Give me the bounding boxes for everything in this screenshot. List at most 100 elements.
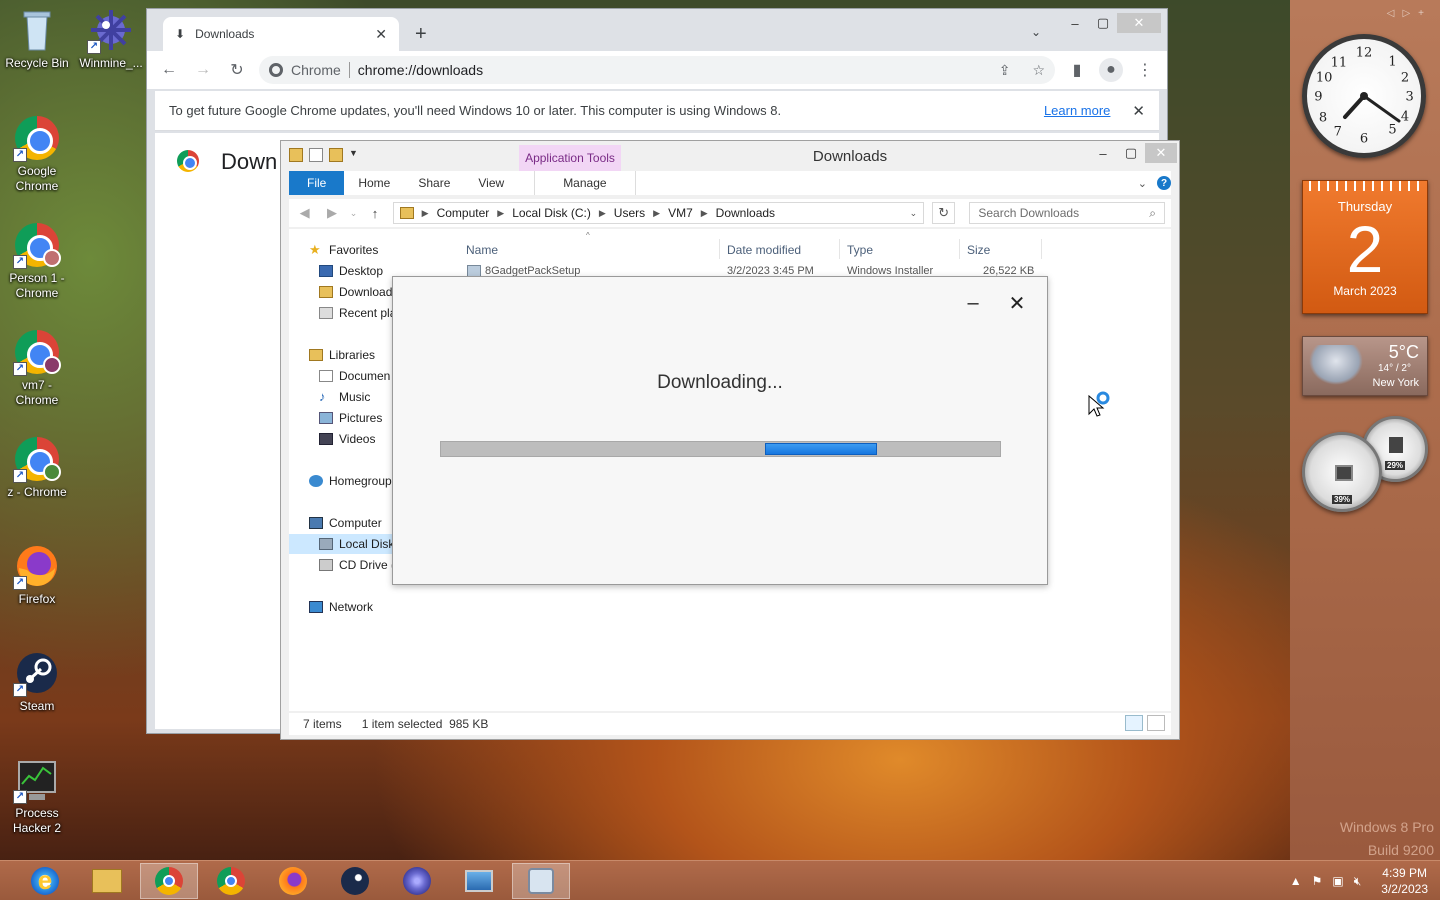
chrome-window-controls: – ▢ ✕ <box>1061 13 1161 33</box>
close-button[interactable]: ✕ <box>1117 13 1161 33</box>
desktop-icon-vm7-chrome[interactable]: ↗ vm7 - Chrome <box>0 328 74 408</box>
nav-computer[interactable]: Computer <box>309 516 382 530</box>
shortcut-arrow-icon: ↗ <box>13 576 27 590</box>
details-view-icon[interactable] <box>1125 715 1143 731</box>
ram-percent: 29% <box>1384 461 1406 470</box>
taskbar-chrome[interactable] <box>140 863 198 899</box>
action-center-flag-icon[interactable]: ⚑ <box>1312 874 1323 888</box>
profile-avatar-icon[interactable]: ● <box>1099 58 1123 82</box>
weather-gadget[interactable]: 5°C 14° / 2° New York <box>1302 336 1428 396</box>
bookmark-star-icon[interactable]: ☆ <box>1032 62 1045 79</box>
column-name[interactable]: Name <box>466 243 498 257</box>
tab-manage[interactable]: Manage <box>534 171 636 195</box>
address-bar[interactable]: ▶ Computer ▶ Local Disk (C:) ▶ Users ▶ V… <box>392 202 925 224</box>
star-icon: ★ <box>309 243 321 257</box>
tab-share[interactable]: Share <box>404 171 464 195</box>
nav-pictures[interactable]: Pictures <box>319 411 382 425</box>
calendar-gadget[interactable]: Thursday 2 March 2023 <box>1302 180 1428 314</box>
taskbar-steam[interactable] <box>326 863 384 899</box>
nav-recent[interactable]: Recent pla <box>319 306 393 320</box>
desktop-icon-z-chrome[interactable]: ↗ z - Chrome <box>0 435 74 500</box>
taskbar-installer[interactable] <box>512 863 570 899</box>
breadcrumb-computer[interactable]: Computer <box>437 206 490 220</box>
tab-close-icon[interactable]: ✕ <box>375 26 387 43</box>
taskbar-winmine[interactable] <box>388 863 446 899</box>
maximize-button[interactable]: ▢ <box>1117 143 1145 163</box>
address-dropdown-icon[interactable]: ⌄ <box>910 208 918 219</box>
dialog-close-button[interactable]: ✕ <box>1005 291 1029 315</box>
desktop-icon-recycle-bin[interactable]: Recycle Bin <box>0 6 74 71</box>
taskbar-clock[interactable]: 4:39 PM 3/2/2023 <box>1381 865 1428 897</box>
close-button[interactable]: ✕ <box>1145 143 1177 163</box>
forward-button[interactable]: ▶ <box>322 205 341 221</box>
shortcut-arrow-icon: ↗ <box>13 148 27 162</box>
chrome-profile-icon <box>217 867 245 895</box>
refresh-button[interactable]: ↻ <box>932 202 956 224</box>
desktop-icon-google-chrome[interactable]: ↗ Google Chrome <box>0 114 74 194</box>
taskbar-remote-desktop[interactable] <box>450 863 508 899</box>
monitor-icon <box>465 870 493 892</box>
minimize-button[interactable]: – <box>1061 13 1089 33</box>
desktop-icon-winmine[interactable]: ↗ Winmine_... <box>74 6 148 71</box>
minimize-button[interactable]: – <box>1089 143 1117 163</box>
taskbar-firefox[interactable] <box>264 863 322 899</box>
taskbar-file-explorer[interactable] <box>78 863 136 899</box>
nav-cd-drive[interactable]: CD Drive ( <box>319 558 393 572</box>
column-date-modified[interactable]: Date modified <box>727 243 801 257</box>
column-type[interactable]: Type <box>847 243 873 257</box>
clock-gadget[interactable]: 12 1 2 3 4 5 6 7 8 9 10 11 <box>1302 34 1426 158</box>
omnibox-prefix: Chrome <box>291 62 341 78</box>
up-button[interactable]: ↑ <box>365 206 384 221</box>
desktop-icon-firefox[interactable]: ↗ Firefox <box>0 542 74 607</box>
desktop-icon-process-hacker[interactable]: ↗ Process Hacker 2 <box>0 756 74 836</box>
desktop-icon-steam[interactable]: ↗ Steam <box>0 649 74 714</box>
tray-overflow-chevron-icon[interactable]: ▲ <box>1290 874 1302 888</box>
nav-local-disk[interactable]: Local Disk <box>289 534 393 554</box>
nav-homegroup[interactable]: Homegroup <box>309 474 393 488</box>
nav-favorites[interactable]: ★ Favorites <box>309 243 378 257</box>
help-icon[interactable]: ? <box>1157 176 1171 190</box>
tab-view[interactable]: View <box>464 171 518 195</box>
volume-muted-icon[interactable]: 🔇︎ <box>1354 874 1362 889</box>
reload-button[interactable]: ↻ <box>225 58 249 82</box>
menu-kebab-icon[interactable]: ⋮ <box>1133 58 1157 82</box>
breadcrumb-users[interactable]: Users <box>614 206 645 220</box>
network-tray-icon[interactable]: ▣ <box>1332 874 1343 888</box>
dialog-minimize-button[interactable]: – <box>961 291 985 315</box>
share-icon[interactable]: ⇪ <box>999 62 1011 79</box>
omnibox[interactable]: Chrome chrome://downloads ⇪ ☆ <box>259 56 1055 84</box>
nav-videos[interactable]: Videos <box>319 432 375 446</box>
breadcrumb-downloads[interactable]: Downloads <box>716 206 775 220</box>
ribbon-expand-chevron-icon[interactable]: ⌄ <box>1138 177 1147 190</box>
learn-more-link[interactable]: Learn more <box>1044 103 1110 118</box>
recent-locations-chevron-icon[interactable]: ⌄ <box>350 208 358 219</box>
side-panel-icon[interactable]: ▮ <box>1065 58 1089 82</box>
tab-home[interactable]: Home <box>344 171 404 195</box>
large-icons-view-icon[interactable] <box>1147 715 1165 731</box>
tab-file[interactable]: File <box>289 171 345 195</box>
breadcrumb-vm7[interactable]: VM7 <box>668 206 693 220</box>
nav-documents[interactable]: Documen <box>319 369 393 383</box>
new-tab-button[interactable]: + <box>415 23 427 46</box>
forward-button[interactable]: → <box>191 58 215 82</box>
back-button[interactable]: ← <box>157 58 181 82</box>
address-row: ◀ ▶ ⌄ ↑ ▶ Computer ▶ Local Disk (C:) ▶ U… <box>289 199 1171 227</box>
taskbar-internet-explorer[interactable]: e <box>16 863 74 899</box>
chrome-toolbar: ← → ↻ Chrome chrome://downloads ⇪ ☆ ▮ ● … <box>147 51 1167 89</box>
infobar-close-icon[interactable]: ✕ <box>1132 102 1145 120</box>
nav-music[interactable]: ♪ Music <box>319 390 370 404</box>
desktop-icon-person1-chrome[interactable]: ↗ Person 1 - Chrome <box>0 221 74 301</box>
maximize-button[interactable]: ▢ <box>1089 13 1117 33</box>
cpu-meter-gadget[interactable]: 39% <box>1302 432 1382 512</box>
nav-network[interactable]: Network <box>309 600 373 614</box>
tab-search-chevron-icon[interactable]: ⌄ <box>1031 25 1041 39</box>
breadcrumb-local-disk[interactable]: Local Disk (C:) <box>512 206 591 220</box>
videos-icon <box>319 433 333 445</box>
nav-downloads[interactable]: Download <box>319 285 393 299</box>
back-button[interactable]: ◀ <box>295 205 314 221</box>
tab-downloads[interactable]: ⬇ Downloads ✕ <box>163 17 399 51</box>
nav-libraries[interactable]: Libraries <box>309 348 375 362</box>
taskbar-chrome-profile[interactable] <box>202 863 260 899</box>
search-input[interactable]: Search Downloads ⌕ <box>969 202 1165 224</box>
column-size[interactable]: Size <box>967 243 990 257</box>
